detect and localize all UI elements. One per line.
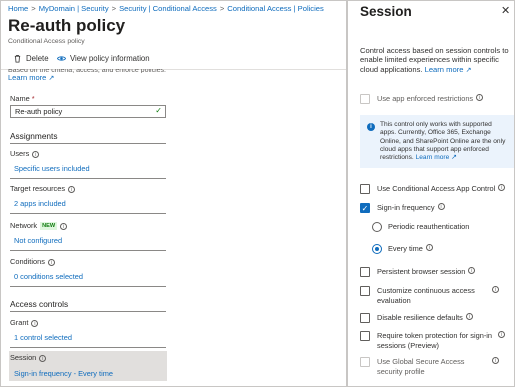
info-icon[interactable]: i [32, 151, 40, 158]
conditions-label: Conditions i [10, 257, 55, 266]
learn-more-link[interactable]: Learn more ↗ [8, 73, 54, 82]
external-link-icon: ↗ [451, 154, 458, 162]
target-resources-label: Target resources i [10, 184, 76, 193]
valid-check-icon: ✓ [155, 106, 162, 115]
info-icon[interactable]: i [465, 313, 473, 320]
casb-checkbox[interactable] [360, 184, 370, 194]
every-time-radio[interactable] [372, 244, 382, 254]
eye-icon [57, 56, 66, 61]
every-time-option: Every time i [372, 244, 433, 254]
gsa-profile-checkbox[interactable] [360, 357, 370, 367]
gsa-profile-label: Use Global Secure Access security profil… [377, 357, 465, 376]
resilience-checkbox[interactable] [360, 313, 370, 323]
conditions-link[interactable]: 0 conditions selected [14, 272, 83, 281]
divider [10, 178, 166, 179]
breadcrumb-security-conditional-access[interactable]: Security | Conditional Access [119, 4, 217, 13]
continuous-access-checkbox[interactable] [360, 286, 370, 296]
signin-frequency-label: Sign-in frequency [377, 203, 435, 212]
breadcrumb-conditional-access-policies[interactable]: Conditional Access | Policies [227, 4, 324, 13]
info-icon[interactable]: i [425, 244, 433, 251]
view-policy-info-button[interactable]: View policy information [57, 54, 150, 63]
info-icon[interactable]: i [498, 331, 505, 338]
assignments-heading: Assignments [10, 131, 58, 141]
info-icon[interactable]: i [468, 267, 476, 274]
session-learn-more-link[interactable]: Learn more ↗ [425, 65, 472, 74]
info-icon[interactable]: i [492, 357, 499, 364]
target-resources-link[interactable]: 2 apps included [14, 199, 66, 208]
persistent-browser-label: Persistent browser session [377, 267, 466, 276]
divider [10, 213, 166, 214]
session-label: Session i [10, 353, 47, 362]
info-icon[interactable]: i [437, 203, 445, 210]
divider [10, 286, 166, 287]
network-link[interactable]: Not configured [14, 236, 62, 245]
periodic-reauth-label: Periodic reauthentication [388, 222, 470, 231]
page-title: Re-auth policy [8, 16, 126, 35]
every-time-label: Every time [388, 244, 423, 253]
view-policy-info-label: View policy information [70, 54, 150, 63]
policy-pane: Home > MyDomain | Security > Security | Cond… [0, 0, 347, 387]
signin-frequency-option: ✓ Sign-in frequency i [360, 203, 445, 213]
access-controls-heading: Access controls [10, 299, 69, 309]
divider [10, 250, 166, 251]
more-icon[interactable]: ··· [113, 19, 126, 30]
page-subtitle: Conditional Access policy [8, 38, 85, 45]
info-icon[interactable]: i [31, 320, 39, 327]
casb-option: Use Conditional Access App Control i [360, 184, 506, 194]
periodic-reauth-option: Periodic reauthentication [372, 222, 469, 232]
persistent-browser-option: Persistent browser session i [360, 267, 476, 277]
network-label: Network NEW i [10, 221, 68, 230]
info-icon[interactable]: i [476, 94, 484, 101]
session-description: Control access based on session controls… [360, 46, 509, 74]
info-icon[interactable]: i [60, 223, 68, 230]
name-label: Name * [10, 94, 35, 103]
breadcrumb: Home > MyDomain | Security > Security | Cond… [8, 4, 324, 13]
info-learn-more-link[interactable]: Learn more ↗ [416, 154, 457, 161]
breadcrumb-mydomain-security[interactable]: MyDomain | Security [39, 4, 109, 13]
casb-label: Use Conditional Access App Control [377, 184, 496, 193]
external-link-icon: ↗ [48, 75, 55, 82]
info-circle-icon: i [367, 123, 375, 131]
info-icon[interactable]: i [492, 286, 499, 293]
divider [10, 143, 166, 144]
app-enforced-option: Use app enforced restrictions i [360, 94, 484, 104]
divider [10, 311, 166, 312]
continuous-access-label: Customize continuous access evaluation [377, 286, 475, 305]
external-link-icon: ↗ [465, 66, 472, 74]
name-input-value: Re-auth policy [15, 107, 63, 116]
continuous-access-option: Customize continuous access evaluation i [360, 286, 510, 305]
resilience-option: Disable resilience defaults i [360, 313, 473, 323]
periodic-reauth-radio[interactable] [372, 222, 382, 232]
new-badge: NEW [40, 222, 58, 230]
info-icon[interactable]: i [68, 186, 76, 193]
grant-link[interactable]: 1 control selected [14, 333, 72, 342]
trash-icon [14, 54, 21, 63]
app-enforced-checkbox[interactable] [360, 94, 370, 104]
grant-label: Grant i [10, 318, 39, 327]
close-icon[interactable]: ✕ [501, 4, 510, 17]
session-panel-title: Session [360, 4, 412, 19]
divider [10, 347, 166, 348]
command-bar: Delete View policy information [1, 51, 346, 70]
users-link[interactable]: Specific users included [14, 164, 90, 173]
info-message-bar: i This control only works with supported… [360, 115, 514, 168]
gsa-profile-option: Use Global Secure Access security profil… [360, 357, 510, 376]
token-protection-label: Require token protection for sign-in ses… [377, 331, 493, 350]
session-panel: Session ✕ Control access based on sessio… [347, 0, 515, 387]
breadcrumb-home[interactable]: Home [8, 4, 28, 13]
delete-button[interactable]: Delete [13, 54, 49, 63]
name-input[interactable]: Re-auth policy ✓ [10, 105, 166, 118]
persistent-browser-checkbox[interactable] [360, 267, 370, 277]
session-link[interactable]: Sign-in frequency - Every time [14, 369, 113, 378]
info-icon[interactable]: i [47, 259, 55, 266]
signin-frequency-checkbox[interactable]: ✓ [360, 203, 370, 213]
info-icon[interactable]: i [39, 355, 47, 362]
token-protection-checkbox[interactable] [360, 331, 370, 341]
info-icon[interactable]: i [498, 184, 506, 191]
resilience-label: Disable resilience defaults [377, 313, 463, 322]
app-enforced-label: Use app enforced restrictions [377, 94, 474, 103]
users-label: Users i [10, 149, 40, 158]
token-protection-option: Require token protection for sign-in ses… [360, 331, 510, 350]
delete-label: Delete [26, 54, 49, 63]
